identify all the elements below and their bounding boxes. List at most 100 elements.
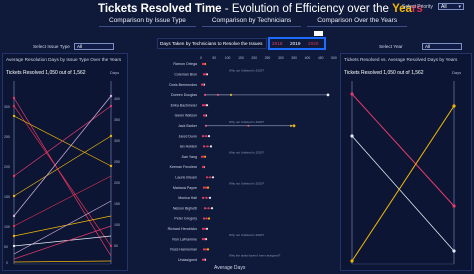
annotation-note: Why not Unlisted in 2020? [229,68,264,72]
technician-dot[interactable] [206,145,209,148]
priority-select[interactable]: All ▾ [438,3,464,10]
technician-label: Erika Bachmeier [171,103,198,107]
technician-dot[interactable] [202,258,206,261]
years-chart-title: Tickets Resolved vs. Average Resolved Da… [344,57,458,62]
technician-label: Ron LaFlamme [172,237,197,241]
left-axis-tick: 50 [4,245,8,249]
technician-dot[interactable] [201,227,205,230]
technician-dot[interactable] [204,135,208,138]
tab-issue-type[interactable]: Comparison by Issue Type [99,15,196,27]
annotation-note: Why not Unlisted in 2020? [229,233,264,237]
annotation-note: Why not Unlisted in 2020? [229,151,264,155]
axis-tick: 350 [291,56,297,60]
technician-label: Jared Dunn [178,134,197,138]
technician-label: Laurie Bream [175,176,197,180]
technician-label: Gavin Watson [175,114,197,118]
technician-dot[interactable] [326,93,330,97]
technician-label: Doreen Douglas [171,93,197,97]
technician-dot[interactable] [202,186,206,189]
technician-dot[interactable] [204,186,208,189]
issue-type-select[interactable]: All [74,43,114,50]
issue-type-value: All [77,44,83,49]
technician-dot[interactable] [201,104,205,107]
technician-dot[interactable] [202,155,205,158]
technician-dot[interactable] [202,217,206,220]
annotation-note: Why not Unlisted in 2020? [229,120,264,124]
tab-bar: Comparison by Issue Type Comparison by T… [99,15,413,27]
technician-dot[interactable] [203,207,207,210]
axis-tick: 200 [251,56,257,60]
technician-dot[interactable] [208,176,212,179]
priority-label: Select Priority [402,4,433,10]
technician-dot[interactable] [203,227,207,230]
right-axis-tick: 150 [114,202,120,206]
legend-year-2020[interactable]: 2020 [308,41,318,46]
technician-dot[interactable] [210,207,214,210]
technician-dot[interactable] [208,196,212,199]
technician-dot[interactable] [205,217,208,220]
technician-label: Russ Hanneman [170,248,197,252]
technician-dot[interactable] [201,196,205,199]
issue-type-label: Select Issue Type [33,44,70,49]
axis-tick: 50 [212,56,216,60]
right-axis-tick: 400 [114,97,120,101]
technician-label: Nelson Bighetti [173,206,197,210]
technician-label: Ramon Ortega [173,62,197,66]
technician-label: Unassigned [178,258,197,262]
technicians-chart-title: Days Taken by Technicians to Resolve the… [160,41,263,46]
axis-tick: 150 [238,56,244,60]
technician-dot[interactable] [207,217,211,220]
annotation-note: Why not Unlisted in 2020? [229,182,264,186]
years-days-label: Days [452,70,462,75]
technician-dot[interactable] [292,124,296,128]
right-axis-tick: 300 [114,139,120,143]
technician-dot[interactable] [206,248,210,251]
axis-tick: 250 [265,56,271,60]
technician-dot[interactable] [207,135,211,138]
issue-type-chart-title: Average Resolution Days by Issue Type Ov… [6,57,122,62]
technician-dot[interactable] [209,145,213,148]
axis-tick: 400 [305,56,311,60]
right-axis-tick: 350 [114,118,120,122]
year-filter-select[interactable]: All [422,43,462,50]
technician-dot[interactable] [203,104,207,107]
tab-years[interactable]: Comparison Over the Years [307,15,408,27]
axis-tick: 500 [331,56,337,60]
years-slope-chart [350,81,456,265]
technician-dot[interactable] [207,207,210,210]
technician-dot[interactable] [202,145,206,148]
title-main: Tickets Resolved Time [98,3,222,15]
technician-dot[interactable] [203,114,207,117]
left-axis-tick: 0 [6,261,8,265]
technician-dot[interactable] [205,176,209,179]
technician-dot[interactable] [205,196,208,199]
page-title: Tickets Resolved Time - Evolution of Eff… [98,3,423,15]
left-axis-tick: 300 [4,105,10,109]
technician-dot[interactable] [203,238,206,241]
annotation-note: Why the tasks haven't been assigned? [229,254,281,258]
technician-dot[interactable] [206,186,210,189]
technician-dot[interactable] [201,135,205,138]
tab-technicians[interactable]: Comparison by Technicians [201,15,302,27]
legend-year-2019[interactable]: 2019 [290,41,300,46]
issue-type-slope-chart: 300 250 200 150 100 50 0 400 350 300 250… [4,81,120,265]
year-filter-value: All [425,44,431,49]
technician-dot[interactable] [202,165,205,169]
technician-dot[interactable] [202,248,206,251]
technician-dot[interactable] [204,248,208,251]
technician-dot[interactable] [211,176,215,179]
right-axis-tick: 50 [114,244,118,248]
legend-year-2018[interactable]: 2018 [272,41,282,46]
technician-dot[interactable] [204,73,207,76]
title-rest: - Evolution of Efficiency over the [224,3,389,15]
focus-mode-icon[interactable] [314,31,323,36]
chevron-down-icon: ▾ [458,4,461,10]
left-axis-tick: 200 [4,165,10,169]
technician-dot[interactable] [201,83,205,86]
right-axis-tick: 200 [114,181,120,185]
technician-dot[interactable] [202,62,206,66]
axis-tick: 450 [318,56,324,60]
year-filter-label: Select Year [379,44,403,49]
technician-dot[interactable] [205,227,209,230]
technician-dot[interactable] [205,104,209,107]
